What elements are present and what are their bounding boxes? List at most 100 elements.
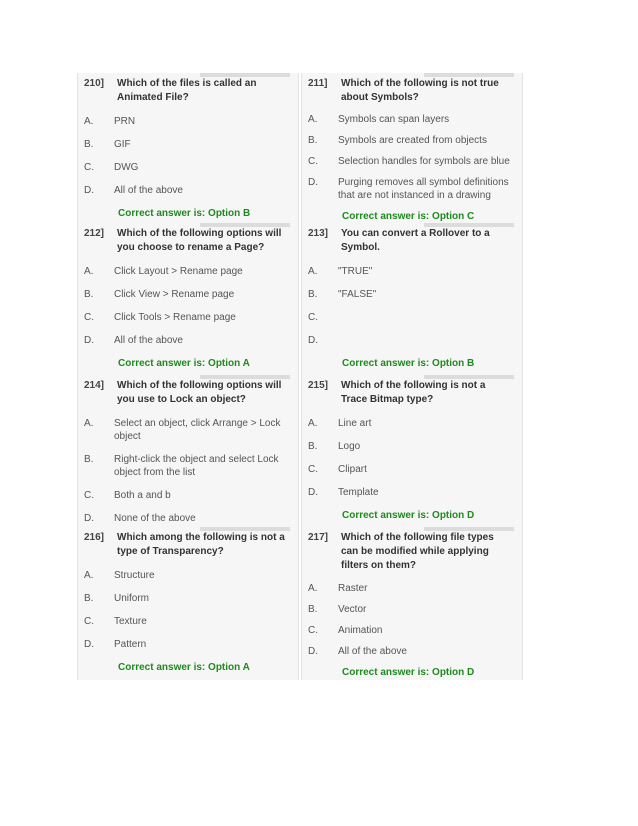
option-letter: A. [308, 114, 318, 125]
option-text: All of the above [114, 185, 183, 196]
option-a: A. Raster [308, 582, 516, 595]
correct-answer: Correct answer is: Option D [342, 510, 475, 521]
option-text: Right-click the object and select Lock o… [114, 454, 279, 478]
question-number: 217] [308, 532, 329, 543]
question-text: Which of the files is called an Animated… [117, 78, 257, 103]
option-text: Logo [338, 441, 361, 452]
question-card-215: 215] Which of the following is not a Trac… [301, 375, 523, 527]
card-top-bar [424, 375, 514, 379]
option-text: Symbols can span layers [338, 114, 450, 125]
card-top-bar [424, 73, 514, 77]
option-letter: D. [308, 177, 318, 188]
option-text: DWG [114, 162, 139, 173]
option-letter: D. [308, 646, 318, 657]
option-text: Click View > Rename page [114, 289, 235, 300]
question-card-212: 212] Which of the following options will … [77, 223, 299, 375]
option-a: A. Line art [308, 417, 516, 430]
question-number: 211] [308, 78, 328, 89]
question-number: 212] [84, 228, 105, 239]
correct-answer: Correct answer is: Option B [118, 208, 251, 219]
option-text: PRN [114, 116, 136, 127]
option-text: All of the above [114, 335, 183, 346]
option-c: C. [308, 311, 516, 324]
option-text: "TRUE" [338, 266, 373, 277]
option-letter: B. [84, 289, 94, 300]
card-top-bar [200, 375, 290, 379]
option-letter: C. [308, 464, 318, 475]
option-c: C. Animation [308, 624, 516, 637]
question-number: 210] [84, 78, 105, 89]
option-letter: C. [84, 490, 94, 501]
option-text: Select an object, click Arrange > Lock o… [114, 418, 281, 442]
question-text: Which of the following is not true about… [341, 78, 499, 103]
option-text: Line art [338, 418, 372, 429]
option-letter: D. [84, 335, 94, 346]
option-d: D. Template [308, 486, 516, 499]
option-text: Selection handles for symbols are blue [338, 156, 510, 167]
question-number: 214] [84, 380, 105, 391]
option-letter: A. [308, 583, 318, 594]
card-top-bar [200, 223, 290, 227]
option-text [338, 311, 516, 324]
question-text: Which of the following options will you … [117, 380, 282, 405]
option-letter: C. [308, 312, 318, 323]
option-letter: B. [308, 289, 318, 300]
option-letter: B. [84, 139, 94, 150]
option-d: D. Purging removes all symbol definitions… [308, 176, 516, 202]
question-text: Which of the following file types can be… [341, 532, 494, 571]
card-top-bar [200, 73, 290, 77]
option-text: Purging removes all symbol definitions t… [338, 177, 509, 201]
quiz-grid: 210] Which of the files is called an Anim… [77, 73, 523, 680]
option-text: All of the above [338, 646, 407, 657]
question-card-217: 217] Which of the following file types ca… [301, 527, 523, 680]
option-text: "FALSE" [338, 289, 377, 300]
option-d: D. None of the above [84, 512, 292, 525]
option-letter: D. [308, 335, 318, 346]
option-letter: A. [84, 570, 94, 581]
option-text: Animation [338, 625, 383, 636]
question-number: 216] [84, 532, 105, 543]
question-card-216: 216] Which among the following is not a t… [77, 527, 299, 680]
option-text: Both a and b [114, 490, 171, 501]
option-b: B. "FALSE" [308, 288, 516, 301]
option-letter: C. [84, 616, 94, 627]
correct-answer: Correct answer is: Option A [118, 662, 250, 673]
option-text: Click Tools > Rename page [114, 312, 236, 323]
option-text: Vector [338, 604, 367, 615]
question-card-211: 211] Which of the following is not true a… [301, 73, 523, 223]
option-letter: B. [308, 135, 318, 146]
question-number: 213] [308, 228, 329, 239]
option-d: D. [308, 334, 516, 347]
option-letter: C. [308, 625, 318, 636]
option-b: B. Uniform [84, 592, 292, 605]
option-c: C. Click Tools > Rename page [84, 311, 292, 324]
card-top-bar [424, 223, 514, 227]
option-text: GIF [114, 139, 131, 150]
option-b: B. Right-click the object and select Lock… [84, 453, 292, 479]
option-letter: D. [84, 513, 94, 524]
option-letter: B. [308, 441, 318, 452]
option-letter: A. [308, 266, 318, 277]
option-letter: D. [308, 487, 318, 498]
option-letter: C. [84, 162, 94, 173]
option-text: Click Layout > Rename page [114, 266, 243, 277]
question-card-210: 210] Which of the files is called an Anim… [77, 73, 299, 223]
option-letter: D. [84, 639, 94, 650]
option-text: Clipart [338, 464, 367, 475]
option-letter: A. [308, 418, 318, 429]
option-text: None of the above [114, 513, 196, 524]
option-letter: A. [84, 418, 94, 429]
correct-answer: Correct answer is: Option B [342, 358, 475, 369]
option-c: C. Clipart [308, 463, 516, 476]
option-letter: B. [84, 593, 94, 604]
option-text [338, 334, 516, 347]
option-letter: B. [84, 454, 94, 465]
question-card-213: 213] You can convert a Rollover to a Symb… [301, 223, 523, 375]
option-b: B. Click View > Rename page [84, 288, 292, 301]
option-b: B. GIF [84, 138, 292, 151]
option-c: C. Texture [84, 615, 292, 628]
option-d: D. All of the above [84, 184, 292, 197]
option-a: A. Structure [84, 569, 292, 582]
option-text: Texture [114, 616, 147, 627]
option-letter: A. [84, 116, 94, 127]
